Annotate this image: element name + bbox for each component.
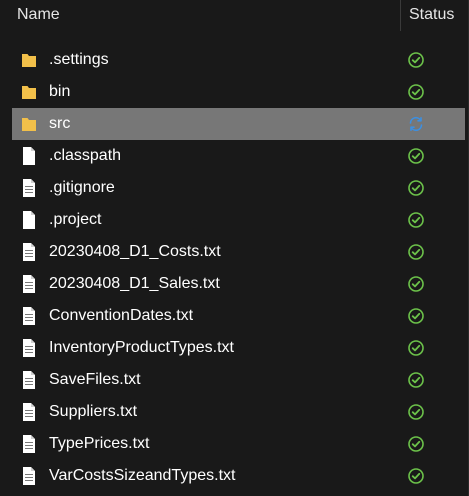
file-row[interactable]: InventoryProductTypes.txt [12,332,465,364]
file-row[interactable]: bin [12,76,465,108]
synced-check-icon [408,404,424,420]
synced-check-icon [408,308,424,324]
synced-check-icon [408,372,424,388]
folder-icon [21,50,37,70]
text-file-icon [21,434,37,454]
text-file-icon [21,338,37,358]
synced-check-icon [408,52,424,68]
file-name: TypePrices.txt [49,435,150,452]
sync-pending-icon [408,116,424,132]
file-name: .classpath [49,147,122,164]
text-file-icon [21,306,37,326]
file-name: .gitignore [49,179,115,196]
column-header-bar: Name Status [0,0,469,31]
file-name: bin [49,83,71,100]
file-icon [21,210,37,230]
text-file-icon [21,178,37,198]
file-row[interactable]: TypePrices.txt [12,428,465,460]
synced-check-icon [408,148,424,164]
file-name: VarCostsSizeandTypes.txt [49,467,236,484]
synced-check-icon [408,276,424,292]
file-name: Suppliers.txt [49,403,138,420]
synced-check-icon [408,84,424,100]
text-file-icon [21,242,37,262]
file-name: 20230408_D1_Costs.txt [49,243,221,260]
synced-check-icon [408,340,424,356]
file-icon [21,146,37,166]
synced-check-icon [408,212,424,228]
column-header-status[interactable]: Status [409,6,454,24]
file-row[interactable]: 20230408_D1_Costs.txt [12,236,465,268]
file-name: .settings [49,51,109,68]
file-name: ConventionDates.txt [49,307,194,324]
folder-icon [21,82,37,102]
column-divider[interactable] [400,0,401,31]
text-file-icon [21,274,37,294]
file-row[interactable]: src [12,108,465,140]
file-row[interactable]: .gitignore [12,172,465,204]
text-file-icon [21,466,37,486]
file-name: InventoryProductTypes.txt [49,339,234,356]
file-row[interactable]: ConventionDates.txt [12,300,465,332]
synced-check-icon [408,436,424,452]
synced-check-icon [408,244,424,260]
synced-check-icon [408,468,424,484]
synced-check-icon [408,180,424,196]
folder-icon [21,114,37,134]
file-row[interactable]: Suppliers.txt [12,396,465,428]
file-name: SaveFiles.txt [49,371,141,388]
file-row[interactable]: 20230408_D1_Sales.txt [12,268,465,300]
file-name: 20230408_D1_Sales.txt [49,275,220,292]
file-row[interactable]: SaveFiles.txt [12,364,465,396]
file-row[interactable]: .classpath [12,140,465,172]
file-name: .project [49,211,102,228]
column-header-name[interactable]: Name [17,6,60,24]
file-row[interactable]: .project [12,204,465,236]
file-row[interactable]: VarCostsSizeandTypes.txt [12,460,465,492]
file-name: src [49,115,71,132]
text-file-icon [21,370,37,390]
text-file-icon [21,402,37,422]
file-row[interactable]: .settings [12,44,465,76]
